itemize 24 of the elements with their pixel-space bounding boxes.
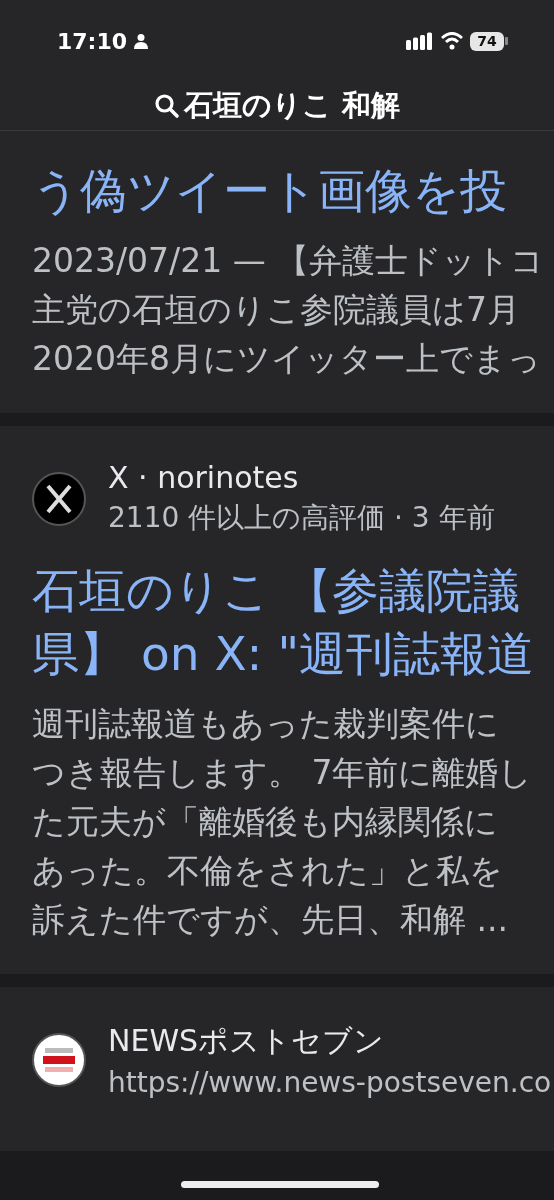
source-meta: 2110 件以上の高評価 · 3 年前 bbox=[108, 500, 495, 536]
result-title[interactable]: 石垣のりこ 【参議院議 県】 on X: "週刊誌報道 bbox=[32, 559, 534, 685]
snippet-line: 2020年8月にツイッター上でまっ bbox=[32, 338, 541, 380]
person-icon bbox=[133, 33, 150, 49]
wifi-icon bbox=[440, 32, 464, 50]
search-icon bbox=[153, 93, 180, 119]
source-meta: https://www.news-postseven.co bbox=[108, 1066, 552, 1099]
source-name: X · norinotes bbox=[108, 460, 300, 495]
snippet-line: た元夫が「離婚後も内縁関係に bbox=[32, 801, 498, 843]
snippet-line: 週刊誌報道もあった裁判案件に bbox=[32, 703, 499, 745]
result-title[interactable]: う偽ツイート画像を投 bbox=[32, 159, 507, 222]
snippet-line: 2023/07/21 — 【弁護士ドットコ bbox=[32, 240, 545, 282]
snippet-line: つき報告します。 7年前に離婚し bbox=[32, 752, 533, 794]
battery-tip-icon bbox=[504, 37, 508, 45]
snippet-line: 主党の石垣のりこ参院議員は7月 bbox=[32, 289, 520, 331]
snippet-line: 訴えた件ですが、先日、和解 ... bbox=[32, 899, 508, 941]
x-logo-icon bbox=[32, 471, 86, 526]
battery-indicator: 74 bbox=[470, 31, 504, 51]
status-time: 17:10 bbox=[57, 28, 128, 54]
source-name: NEWSポストセブン bbox=[108, 1022, 386, 1060]
search-query[interactable]: 石垣のりこ 和解 bbox=[183, 86, 401, 126]
snippet-line: あった。不倫をされた」と私を bbox=[32, 850, 503, 892]
signal-icon bbox=[406, 32, 434, 50]
news-logo-icon bbox=[32, 1033, 86, 1087]
